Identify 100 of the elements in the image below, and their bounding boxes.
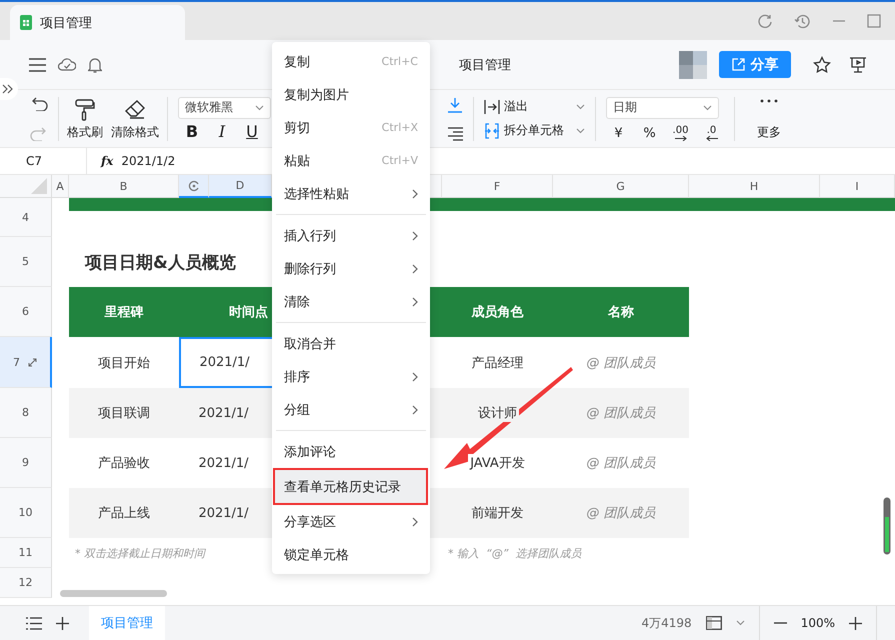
zoom-level: 100% xyxy=(800,616,835,630)
menu-item[interactable]: 分享选区 xyxy=(272,505,430,538)
hint-note: * 输入 “@” 选择团队成员 xyxy=(447,546,582,562)
column-header[interactable]: H xyxy=(689,175,820,198)
caret-icon xyxy=(576,104,585,110)
remove-decimal-button[interactable]: .0 xyxy=(699,126,724,140)
menu-icon[interactable] xyxy=(29,58,46,72)
caret-icon[interactable] xyxy=(736,620,745,626)
add-sheet-icon[interactable] xyxy=(56,616,69,630)
table-header-cell: 时间点 xyxy=(179,287,272,337)
more-button[interactable]: 更多 xyxy=(755,96,783,140)
arrow-left-icon xyxy=(706,136,718,140)
table-header-cell: 名称 xyxy=(553,287,689,337)
percent-button[interactable]: % xyxy=(637,126,662,140)
maximize-icon[interactable] xyxy=(867,14,881,28)
function-label: fx xyxy=(101,154,114,168)
table-cell: @ 团队成员 xyxy=(553,388,689,438)
menu-item[interactable]: 复制为图片 xyxy=(272,78,430,111)
sheet-list-icon[interactable] xyxy=(26,616,42,630)
sheet-title: 项目日期&人员概览 xyxy=(84,252,237,274)
share-icon xyxy=(732,58,744,71)
table-cell: 2021/1/ xyxy=(179,388,272,438)
column-header[interactable]: G xyxy=(553,175,689,198)
star-icon[interactable] xyxy=(813,56,831,74)
zoom-in-icon[interactable] xyxy=(849,616,862,630)
table-cell: 项目联调 xyxy=(69,388,179,438)
align-bottom-icon[interactable] xyxy=(447,96,463,112)
format-painter-button[interactable]: 格式刷 xyxy=(65,96,105,140)
bell-icon[interactable] xyxy=(88,56,102,72)
column-header[interactable]: I xyxy=(820,175,895,198)
table-header-cell: 成员角色 xyxy=(442,287,553,337)
undo-icon[interactable] xyxy=(30,96,48,110)
menu-item[interactable]: 剪切 Ctrl+X xyxy=(272,111,430,144)
menu-item[interactable]: 取消合并 xyxy=(272,327,430,360)
row-header[interactable]: 5 xyxy=(0,237,52,287)
row-header[interactable]: 10 xyxy=(0,488,52,538)
row-header[interactable]: 6 xyxy=(0,287,52,337)
row-header[interactable]: 7 xyxy=(0,337,52,388)
table-cell: 产品上线 xyxy=(69,488,179,538)
more-icon xyxy=(760,98,778,102)
column-header[interactable]: D xyxy=(209,175,272,198)
menu-item[interactable]: 清除 xyxy=(272,285,430,318)
table-cell: 设计师 xyxy=(442,388,553,438)
presentation-icon[interactable] xyxy=(849,56,867,74)
clear-format-button[interactable]: 清除格式 xyxy=(109,96,161,140)
table-cell: 2021/1/ xyxy=(179,488,272,538)
column-header[interactable]: B xyxy=(69,175,179,198)
scrollbar-thumb[interactable] xyxy=(60,590,167,597)
column-drag-icon[interactable] xyxy=(188,180,200,192)
history-icon[interactable] xyxy=(794,12,811,30)
expand-icon[interactable] xyxy=(28,358,37,366)
paint-roller-icon xyxy=(75,98,95,120)
menu-item[interactable]: 删除行列 xyxy=(272,252,430,285)
overflow-dropdown[interactable]: 溢出 xyxy=(484,96,585,116)
arrow-right-icon xyxy=(674,136,686,140)
menu-item[interactable]: 添加评论 xyxy=(272,435,430,468)
menu-item[interactable]: 选择性粘贴 xyxy=(272,177,430,210)
number-format-select[interactable]: 日期 xyxy=(606,96,719,118)
overflow-icon xyxy=(484,98,500,114)
text-style-button[interactable]: B xyxy=(182,122,202,140)
table-cell: @ 团队成员 xyxy=(553,488,689,538)
menu-item[interactable]: 复制 Ctrl+C xyxy=(272,45,430,78)
align-right-icon[interactable] xyxy=(447,126,463,140)
row-header[interactable]: 12 xyxy=(0,568,52,598)
formula-input[interactable]: 2021/1/2 xyxy=(121,154,176,168)
column-header[interactable] xyxy=(179,175,209,198)
split-cells-icon xyxy=(484,122,500,138)
menu-item[interactable]: 查看单元格历史记录 xyxy=(273,468,428,505)
row-header[interactable]: 11 xyxy=(0,538,52,568)
document-tab[interactable]: 项目管理 xyxy=(10,5,185,40)
scroll-indicator[interactable] xyxy=(883,497,891,555)
currency-button[interactable]: ¥ xyxy=(606,126,631,140)
row-header[interactable]: 8 xyxy=(0,388,52,438)
menu-item[interactable]: 插入行列 xyxy=(272,219,430,252)
menu-item[interactable]: 粘贴 Ctrl+V xyxy=(272,144,430,177)
text-style-button[interactable]: I xyxy=(212,122,232,140)
menu-item[interactable]: 锁定单元格 xyxy=(272,538,430,571)
column-header[interactable]: A xyxy=(52,175,69,198)
expand-sidebar-icon[interactable] xyxy=(0,78,18,100)
font-select[interactable]: 微软雅黑 xyxy=(178,96,271,118)
table-cell: 2021/1/ xyxy=(179,337,272,388)
menu-item[interactable]: 分组 xyxy=(272,393,430,426)
split-cells-dropdown[interactable]: 拆分单元格 xyxy=(484,120,585,140)
eraser-icon xyxy=(124,98,146,118)
caret-icon xyxy=(576,128,585,134)
freeze-layout-icon[interactable] xyxy=(706,616,722,630)
cloud-check-icon[interactable] xyxy=(58,58,76,72)
document-title: 项目管理 xyxy=(459,56,511,74)
column-header[interactable]: F xyxy=(442,175,553,198)
table-header-cell: 里程碑 xyxy=(69,287,179,337)
row-header[interactable]: 9 xyxy=(0,438,52,488)
caret-icon xyxy=(703,104,712,110)
spreadsheet-icon xyxy=(20,15,32,30)
menu-item[interactable]: 排序 xyxy=(272,360,430,393)
row-header[interactable]: 4 xyxy=(0,198,52,237)
sync-icon[interactable] xyxy=(757,13,773,29)
cell-count: 4万4198 xyxy=(642,614,692,632)
caret-icon xyxy=(255,104,264,110)
text-style-button[interactable]: U xyxy=(242,122,262,140)
add-decimal-button[interactable]: .00 xyxy=(668,126,693,140)
